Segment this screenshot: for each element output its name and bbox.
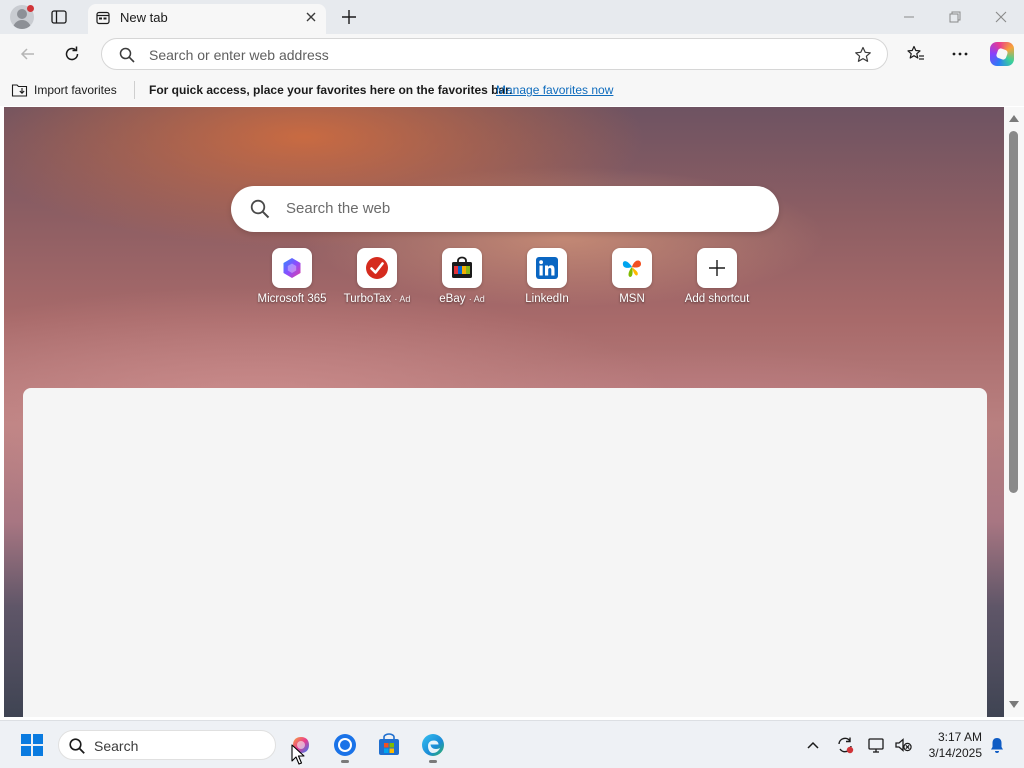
refresh-button[interactable] <box>62 44 82 64</box>
import-favorites-button[interactable]: Import favorites <box>34 83 117 97</box>
shortcut-tile <box>272 248 312 288</box>
tab-actions-icon[interactable] <box>50 8 68 26</box>
web-search-placeholder: Search the web <box>286 200 391 217</box>
shortcut-tile <box>697 248 737 288</box>
new-tab-page-icon <box>96 11 110 25</box>
shortcut-turbotax[interactable]: TurboTax · Ad <box>335 248 419 310</box>
address-bar[interactable]: Search or enter web address <box>101 38 888 70</box>
clock-date: 3/14/2025 <box>928 746 982 760</box>
add-favorite-star-icon[interactable] <box>853 45 873 65</box>
back-button[interactable] <box>18 44 38 64</box>
search-icon <box>250 199 270 219</box>
taskbar-search-label: Search <box>94 738 139 754</box>
running-indicator <box>341 760 349 763</box>
new-tab-page: Search the web Microsoft 365 TurboTax · … <box>4 107 1004 717</box>
scroll-down-arrow-icon[interactable] <box>1009 701 1019 708</box>
shortcut-msn[interactable]: MSN <box>590 248 674 310</box>
shortcut-microsoft-365[interactable]: Microsoft 365 <box>250 248 334 310</box>
add-shortcut-button[interactable]: Add shortcut <box>675 248 759 310</box>
edge-app-icon[interactable] <box>420 732 446 758</box>
plus-icon <box>709 260 725 276</box>
favorites-bar-message: For quick access, place your favorites h… <box>149 83 513 97</box>
import-favorites-icon <box>11 84 28 97</box>
shortcut-ebay[interactable]: eBay · Ad <box>420 248 504 310</box>
windows-taskbar: Search 3:17 AM 3/14/2025 <box>0 720 1024 768</box>
mouse-cursor-icon <box>291 744 305 765</box>
favorites-bar: Import favorites For quick access, place… <box>0 74 1024 106</box>
linkedin-icon <box>536 257 558 279</box>
copilot-button[interactable] <box>990 42 1014 66</box>
shortcut-label: MSN <box>619 293 645 305</box>
show-hidden-icons-chevron-icon[interactable] <box>803 735 823 755</box>
search-icon <box>119 47 135 63</box>
microsoft-store-icon[interactable] <box>376 732 402 758</box>
manage-favorites-link[interactable]: Manage favorites now <box>496 83 613 97</box>
ad-badge: · Ad <box>468 294 485 304</box>
navigation-toolbar: Search or enter web address <box>0 34 1024 74</box>
running-indicator <box>429 760 437 763</box>
feed-panel <box>23 388 987 717</box>
close-window-button[interactable] <box>993 9 1009 25</box>
title-bar: New tab <box>0 0 1024 34</box>
chrome-app-icon[interactable] <box>332 732 358 758</box>
start-button[interactable] <box>21 734 43 756</box>
restore-button[interactable] <box>947 9 963 25</box>
new-tab-button[interactable] <box>340 8 358 26</box>
msn-icon <box>622 260 641 277</box>
turbotax-icon <box>366 257 388 279</box>
scroll-up-arrow-icon[interactable] <box>1009 115 1019 122</box>
close-tab-icon[interactable] <box>304 10 318 24</box>
shortcut-label: Microsoft 365 <box>257 293 327 305</box>
shortcut-tile <box>357 248 397 288</box>
ad-badge: · Ad <box>394 294 411 304</box>
shortcut-label: LinkedIn <box>525 293 569 305</box>
profile-notification-dot <box>27 5 34 12</box>
favorites-divider <box>134 81 135 99</box>
scrollbar-thumb[interactable] <box>1009 131 1018 493</box>
page-scrollbar[interactable] <box>1004 107 1024 717</box>
web-search-box[interactable]: Search the web <box>231 186 779 232</box>
volume-muted-icon[interactable] <box>893 735 913 755</box>
shortcut-label: TurboTax <box>343 293 392 305</box>
shortcut-label: Add shortcut <box>684 293 750 305</box>
shortcut-tile <box>527 248 567 288</box>
ebay-icon <box>452 256 472 278</box>
search-icon <box>69 738 85 754</box>
microsoft365-icon <box>283 258 301 278</box>
favorites-button[interactable] <box>906 44 926 64</box>
tab-title: New tab <box>120 10 168 25</box>
minimize-button[interactable] <box>901 9 917 25</box>
address-placeholder: Search or enter web address <box>149 47 329 63</box>
shortcut-linkedin[interactable]: LinkedIn <box>505 248 589 310</box>
taskbar-search-box[interactable]: Search <box>58 730 276 760</box>
shortcut-label: eBay <box>439 293 466 305</box>
network-icon[interactable] <box>867 735 887 755</box>
settings-and-more-button[interactable] <box>950 44 970 64</box>
clock-time: 3:17 AM <box>937 730 982 744</box>
sync-icon[interactable] <box>835 735 855 755</box>
shortcut-tile <box>442 248 482 288</box>
tab-new-tab[interactable]: New tab <box>88 4 326 34</box>
shortcut-tile <box>612 248 652 288</box>
notification-bell-icon[interactable] <box>987 735 1007 755</box>
taskbar-clock[interactable]: 3:17 AM 3/14/2025 <box>918 729 982 761</box>
